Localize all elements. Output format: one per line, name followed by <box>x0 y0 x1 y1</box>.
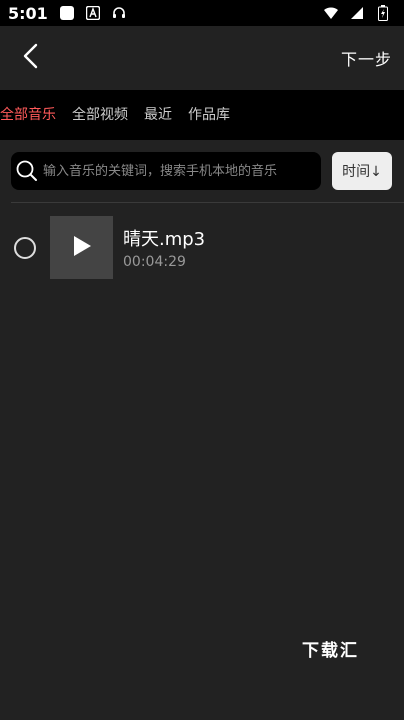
file-name: 晴天.mp3 <box>123 229 206 250</box>
square-icon <box>58 4 76 22</box>
a-icon <box>84 4 102 22</box>
headset-icon <box>110 4 128 22</box>
battery-icon <box>374 4 392 22</box>
wifi-icon <box>322 4 340 22</box>
tab-library[interactable]: 作品库 <box>180 90 238 140</box>
tab-all-videos[interactable]: 全部视频 <box>64 90 136 140</box>
signal-icon <box>348 4 366 22</box>
file-duration: 00:04:29 <box>123 254 186 270</box>
search-row: 时间↓ <box>0 148 404 196</box>
select-radio[interactable] <box>14 237 36 259</box>
search-box[interactable] <box>11 152 321 190</box>
next-step-button[interactable]: 下一步 <box>341 46 392 70</box>
file-thumbnail[interactable] <box>50 216 113 279</box>
back-button[interactable] <box>14 41 48 75</box>
tab-bar: 全部音乐 全部视频 最近 作品库 <box>0 90 404 140</box>
status-bar: 5:01 <box>0 0 404 26</box>
sort-by-time-button[interactable]: 时间↓ <box>332 152 392 190</box>
music-list: 晴天.mp3 00:04:29 <box>0 214 404 282</box>
divider <box>11 202 404 203</box>
search-input[interactable] <box>43 156 321 186</box>
top-bar: 下一步 <box>0 26 404 88</box>
search-icon <box>15 159 39 183</box>
tab-recent[interactable]: 最近 <box>136 90 180 140</box>
chevron-left-icon <box>21 43 41 73</box>
status-time: 5:01 <box>8 3 48 23</box>
play-icon <box>72 235 92 261</box>
list-item[interactable]: 晴天.mp3 00:04:29 <box>0 214 404 282</box>
tab-all-music[interactable]: 全部音乐 <box>0 90 64 140</box>
watermark: 下载汇 <box>302 641 359 661</box>
